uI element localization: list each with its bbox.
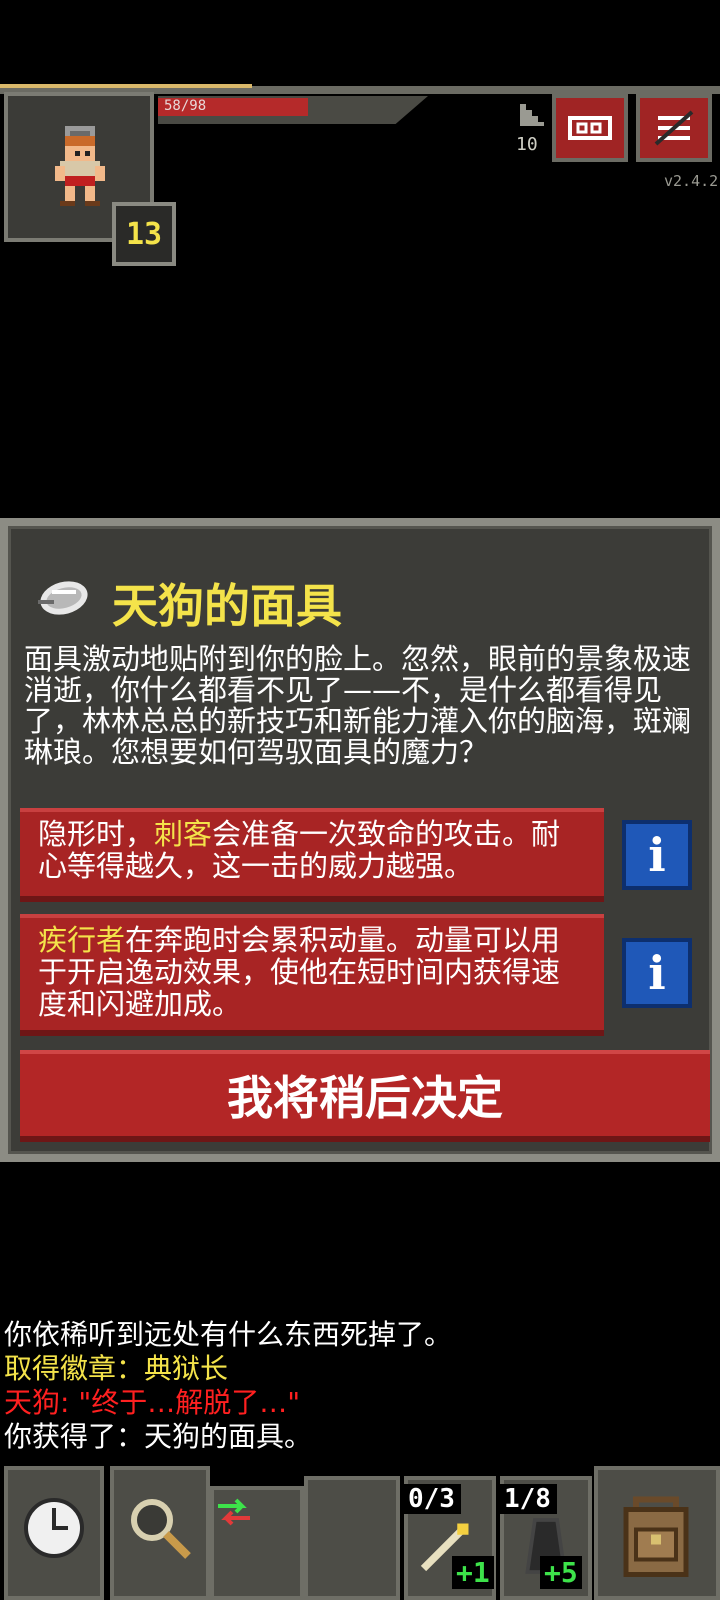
dialog-title: 天狗的面具 — [112, 579, 342, 633]
depth-counter: 10 — [516, 134, 538, 155]
wand-charges: 0/3 — [402, 1484, 461, 1514]
log-line: 取得徽章：典狱长 — [4, 1352, 229, 1385]
freerunner-choice-button[interactable]: 疾行者在奔跑时会累积动量。动量可以用于开启逸动效果，使他在短时间内获得速度和闪避… — [20, 914, 604, 1036]
backpack-icon — [623, 1496, 689, 1577]
wait-button[interactable] — [4, 1466, 104, 1600]
menu-icon — [654, 110, 694, 146]
quickslot-empty[interactable] — [304, 1476, 400, 1600]
log-line: 你依稀听到远处有什么东西死掉了。 — [4, 1318, 453, 1351]
swap-arrows-icon — [218, 1498, 250, 1526]
quickslot-swap-button[interactable] — [210, 1486, 304, 1600]
game-log: 你依稀听到远处有什么东西死掉了。 取得徽章：典狱长 天狗: "终于…解脱了…" … — [4, 1318, 704, 1454]
magnifier-icon — [131, 1499, 191, 1559]
choose-subclass-dialog: 天狗的面具 面具激动地贴附到你的脸上。忽然，眼前的景象极速消逝，你什么都看不见了… — [0, 518, 720, 1162]
log-line: 天狗: "终于…解脱了…" — [4, 1386, 301, 1419]
clock-icon — [24, 1498, 84, 1558]
level-badge: 13 — [112, 202, 176, 266]
depth-stairs-icon — [520, 104, 544, 126]
dialog-description: 面具激动地贴附到你的脸上。忽然，眼前的景象极速消逝，你什么都看不见了——不，是什… — [24, 642, 692, 769]
quickslot-armor[interactable]: 1/8 +5 — [498, 1476, 592, 1600]
tengu-mask-icon — [38, 581, 88, 615]
item-charges: 1/8 — [498, 1484, 557, 1514]
assassin-name: 刺客 — [154, 817, 213, 851]
decide-later-button[interactable]: 我将稍后决定 — [20, 1050, 710, 1142]
menu-button[interactable] — [636, 94, 712, 162]
choice-text: 隐形时， — [38, 817, 155, 851]
journal-icon — [568, 116, 612, 140]
assassin-info-button[interactable]: i — [622, 820, 692, 890]
freerunner-name: 疾行者 — [38, 923, 126, 957]
journal-button[interactable] — [552, 94, 628, 162]
freerunner-info-button[interactable]: i — [622, 938, 692, 1008]
search-button[interactable] — [110, 1466, 210, 1600]
version-label: v2.4.2 — [664, 172, 719, 190]
wand-upgrade-level: +1 — [452, 1556, 494, 1589]
item-upgrade-level: +5 — [540, 1556, 582, 1589]
hp-text: 58/98 — [164, 98, 207, 114]
hero-sprite — [55, 126, 105, 206]
experience-bar — [0, 84, 252, 88]
backpack-button[interactable] — [594, 1466, 720, 1600]
log-line: 你获得了：天狗的面具。 — [4, 1420, 313, 1453]
assassin-choice-button[interactable]: 隐形时，刺客会准备一次致命的攻击。耐心等得越久，这一击的威力越强。 — [20, 808, 604, 902]
quickslot-wand[interactable]: 0/3 +1 — [402, 1476, 496, 1600]
